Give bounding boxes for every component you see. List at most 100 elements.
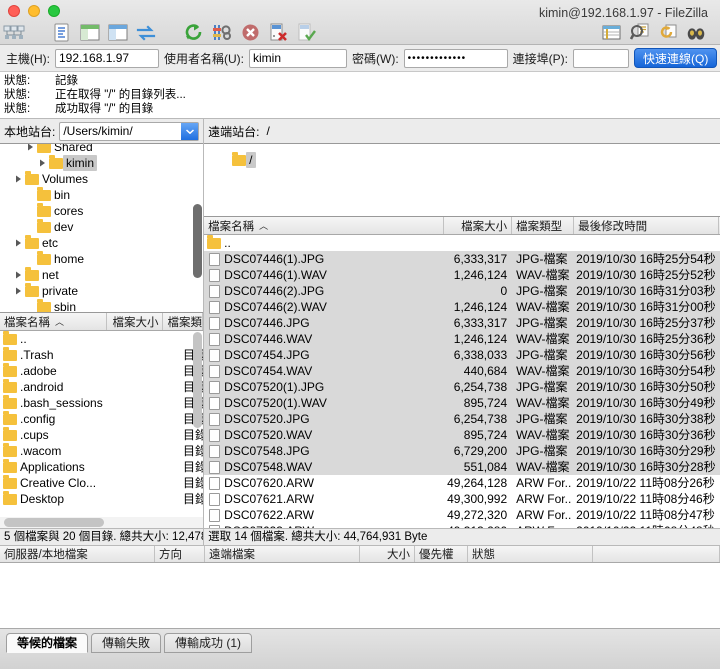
queue-col-status[interactable]: 狀態 [468,546,593,562]
local-tree-scroll-thumb[interactable] [193,204,203,278]
compare-directories-icon[interactable] [627,21,653,45]
file-row[interactable]: DSC07446(2).WAV 1,246,124 WAV-檔案 2019/10/30… [204,299,720,315]
file-row[interactable]: DSC07446.JPG 6,333,317 JPG-檔案 2019/10/30 16… [204,315,720,331]
local-col-size[interactable]: 檔案大小 [107,313,164,330]
reconnect-icon[interactable] [293,21,319,45]
file-row[interactable]: .bash_sessions目錄 [0,394,203,411]
local-tree-item[interactable]: cores [0,202,203,219]
file-row[interactable]: DSC07520.WAV 895,724 WAV-檔案 2019/10/30 16時3… [204,427,720,443]
local-tree-item[interactable]: Volumes [0,170,203,187]
local-tree-item[interactable]: Shared [0,144,203,155]
local-tree-item[interactable]: etc [0,234,203,251]
password-input[interactable] [403,48,508,68]
filter-icon[interactable] [599,21,625,45]
toggle-local-tree-icon[interactable] [77,21,103,45]
toggle-remote-tree-icon[interactable] [105,21,131,45]
file-row[interactable]: .. [204,235,720,251]
queue-col-server-local[interactable]: 伺服器/本地檔案 [0,546,155,562]
tab-queued-files[interactable]: 等候的檔案 [6,633,89,653]
file-row[interactable]: .android目錄 [0,378,203,395]
file-row[interactable]: DSC07620.ARW 49,264,128 ARW For... 2019/10/… [204,475,720,491]
file-row[interactable]: DSC07621.ARW 49,300,992 ARW For... 2019/10/… [204,491,720,507]
file-row[interactable]: DSC07622.ARW 49,272,320 ARW For... 2019/10/… [204,507,720,523]
file-row[interactable]: DSC07446(2).JPG 0 JPG-檔案 2019/10/30 16時31分0… [204,283,720,299]
file-row[interactable]: DSC07548.JPG 6,729,200 JPG-檔案 2019/10/30 16… [204,443,720,459]
file-row[interactable]: DSC07623.ARW49,313,280ARW For...2019/10/… [204,523,720,528]
tab-successful-transfers[interactable]: 傳輸成功 (1) [164,633,253,653]
local-path-dropdown-button[interactable] [181,122,199,140]
remote-path-value-wrap[interactable]: / [264,122,717,141]
local-directory-tree[interactable]: Shared kimin Volumes bin cores dev etc home net p… [0,143,204,313]
minimize-window-button[interactable] [28,5,40,17]
local-tree-item[interactable]: home [0,250,203,267]
file-row[interactable]: DSC07446(1).JPG 6,333,317 JPG-檔案 2019/10/30… [204,251,720,267]
quick-connect-button[interactable]: 快速連線(Q) [634,48,718,68]
local-tree-item[interactable]: net [0,266,203,283]
refresh-icon[interactable] [181,21,207,45]
local-col-type[interactable]: 檔案類型 [163,313,204,330]
local-list-scrollbar[interactable] [193,332,203,498]
local-list-scroll-thumb[interactable] [193,332,203,428]
file-row[interactable]: .config目錄 [0,410,203,427]
remote-directory-tree[interactable]: / [204,143,720,217]
queue-col-direction[interactable]: 方向 [155,546,205,562]
local-col-name[interactable]: 檔案名稱 ︿ [0,313,107,330]
remote-col-type[interactable]: 檔案類型 [512,217,575,234]
remote-col-name[interactable]: 檔案名稱 ︿ [204,217,445,234]
file-row[interactable]: .wacom 目錄 [0,442,203,459]
site-manager-icon[interactable] [1,21,27,45]
file-row[interactable]: DSC07520.JPG 6,254,738 JPG-檔案 2019/10/30 16… [204,411,720,427]
file-row[interactable]: Desktop 目錄 [0,490,203,507]
disconnect-icon[interactable] [265,21,291,45]
file-row[interactable]: DSC07454.WAV 440,684 WAV-檔案 2019/10/30 16時3… [204,363,720,379]
local-tree-item[interactable]: sbin [0,298,203,312]
local-tree-scrollbar[interactable] [193,146,203,310]
file-row[interactable]: .Trash目錄 [0,346,203,363]
toggle-transfer-queue-icon[interactable] [133,21,159,45]
close-window-button[interactable] [8,5,20,17]
host-input[interactable] [55,48,159,68]
cancel-icon[interactable] [237,21,263,45]
expand-triangle-icon[interactable] [12,171,25,187]
file-row[interactable]: DSC07454.JPG 6,338,033 JPG-檔案 2019/10/30 16… [204,347,720,363]
toggle-message-log-icon[interactable] [49,21,75,45]
synchronized-browsing-icon[interactable] [655,21,681,45]
file-row[interactable]: .adobe目錄 [0,362,203,379]
expand-triangle-icon[interactable] [24,144,37,155]
expand-triangle-icon[interactable] [12,283,25,299]
local-path-combo[interactable]: /Users/kimin/ [59,121,200,141]
local-file-list[interactable]: 檔案名稱 ︿ 檔案大小 檔案類型 ...Trash目錄.adobe目錄.andr… [0,313,204,528]
remote-col-size[interactable]: 檔案大小 [444,217,513,234]
file-row[interactable]: .. [0,331,203,347]
expand-triangle-icon[interactable] [12,235,25,251]
file-row[interactable]: Creative Clo... 目錄 [0,474,203,491]
port-input[interactable] [573,48,629,68]
queue-col-remote[interactable]: 遠端檔案 [205,546,360,562]
remote-col-date[interactable]: 最後修改時間 [574,217,720,234]
remote-file-list[interactable]: 檔案名稱 ︿ 檔案大小 檔案類型 最後修改時間 .. DSC07446(1).JP… [204,217,720,528]
queue-rows[interactable] [0,563,720,628]
process-queue-icon[interactable] [209,21,235,45]
expand-triangle-icon[interactable] [12,267,25,283]
file-row[interactable]: DSC07520(1).WAV 895,724 WAV-檔案 2019/10/30 1… [204,395,720,411]
local-tree-item[interactable]: bin [0,186,203,203]
remote-tree-item[interactable]: / [204,151,720,168]
maximize-window-button[interactable] [48,5,60,17]
local-tree-item[interactable]: kimin [0,154,203,171]
local-hscroll-thumb[interactable] [4,518,104,527]
local-tree-item[interactable]: private [0,282,203,299]
file-row[interactable]: .cups 目錄 [0,426,203,443]
file-row[interactable]: DSC07548.WAV 551,084 WAV-檔案 2019/10/30 16時3… [204,459,720,475]
file-row[interactable]: DSC07520(1).JPG 6,254,738 JPG-檔案 2019/10/30… [204,379,720,395]
local-horizontal-scrollbar[interactable] [0,517,204,528]
search-remote-files-icon[interactable] [683,21,709,45]
file-row[interactable]: Applications 目錄 [0,458,203,475]
local-tree-item[interactable]: dev [0,218,203,235]
tab-failed-transfers[interactable]: 傳輸失敗 [91,633,162,653]
expand-triangle-icon[interactable] [36,155,49,171]
file-row[interactable]: DSC07446.WAV 1,246,124 WAV-檔案 2019/10/30 16… [204,331,720,347]
username-input[interactable] [249,48,347,68]
queue-col-size[interactable]: 大小 [360,546,415,562]
file-row[interactable]: DSC07446(1).WAV 1,246,124 WAV-檔案 2019/10/30… [204,267,720,283]
queue-col-priority[interactable]: 優先權 [415,546,468,562]
